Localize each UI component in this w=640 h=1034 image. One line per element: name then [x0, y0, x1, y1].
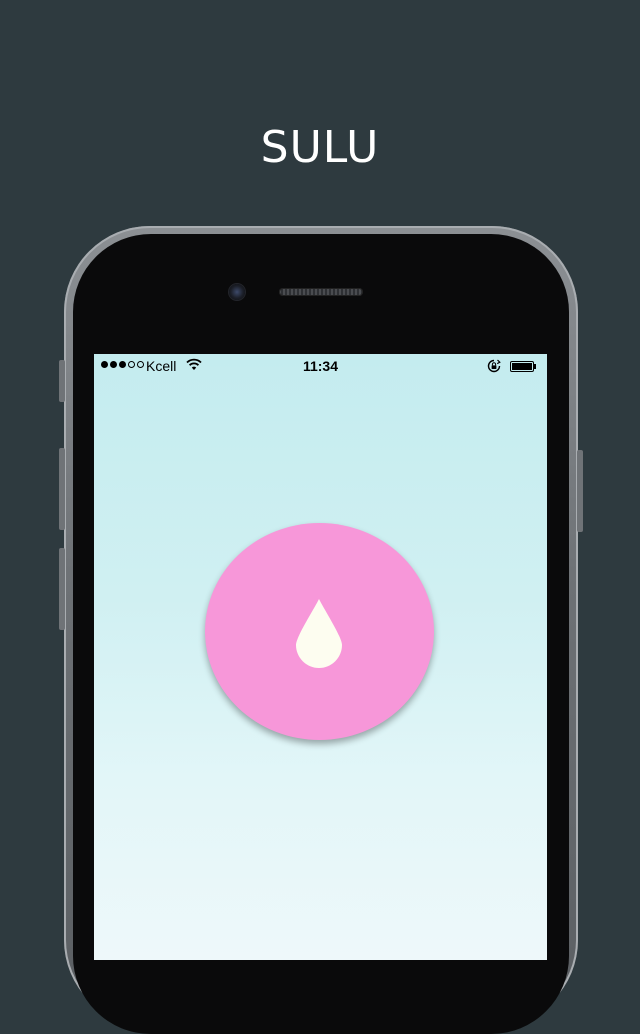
rotation-lock-icon	[487, 359, 501, 376]
battery-level-fill	[512, 363, 532, 370]
power-button	[577, 450, 583, 532]
front-camera	[229, 284, 245, 300]
add-water-button[interactable]	[205, 523, 434, 740]
mute-switch	[59, 360, 65, 402]
battery-icon	[510, 361, 536, 372]
volume-down-button	[59, 548, 65, 630]
water-drop-icon	[296, 599, 342, 668]
volume-up-button	[59, 448, 65, 530]
earpiece-speaker	[279, 288, 363, 296]
app-screen: Kcell 11:34	[94, 354, 547, 960]
status-bar: Kcell 11:34	[94, 354, 547, 378]
promo-title: SULU	[260, 122, 380, 173]
status-time: 11:34	[302, 358, 339, 374]
